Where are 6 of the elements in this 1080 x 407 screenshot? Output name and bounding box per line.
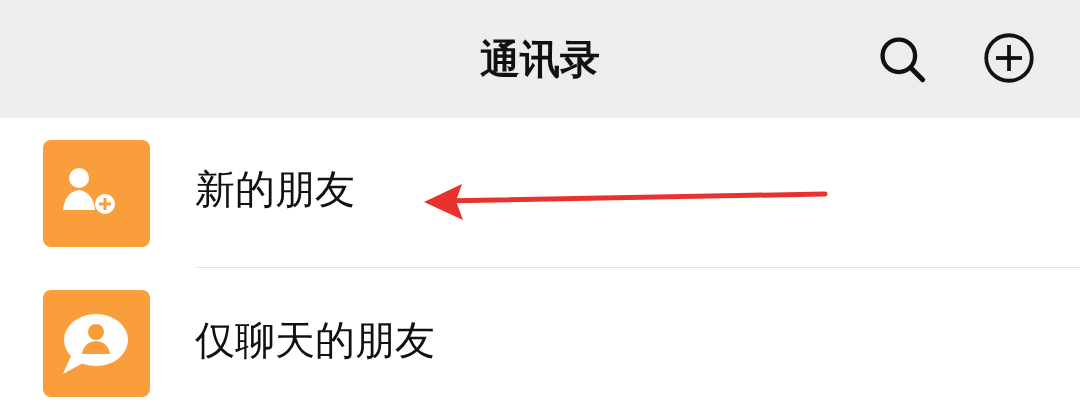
chat-person-icon <box>43 290 150 397</box>
screen-title: 通讯录 <box>480 34 600 84</box>
add-icon[interactable] <box>983 32 1035 84</box>
contact-list-item[interactable]: 新的朋友 <box>195 162 355 217</box>
contact-list-item[interactable]: 仅聊天的朋友 <box>195 312 435 368</box>
add-person-icon <box>43 140 150 247</box>
